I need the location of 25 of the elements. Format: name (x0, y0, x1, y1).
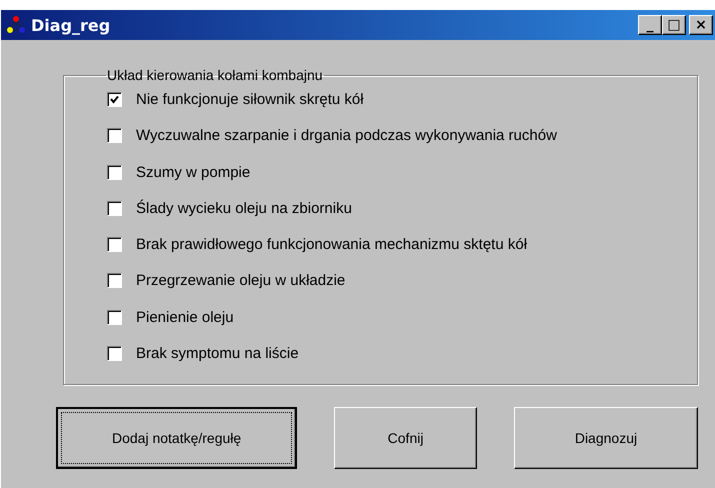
group-title: Układ kierowania kołami kombajnu (106, 67, 324, 83)
checkbox[interactable] (107, 128, 122, 144)
checkbox[interactable] (107, 273, 122, 288)
checkbox-label: Nie funkcjonuje siłownik skrętu kół (136, 91, 364, 108)
checkbox-label: Ślady wycieku oleju na zbiorniku (136, 200, 352, 217)
minimize-button[interactable]: _ (638, 15, 662, 35)
checkbox[interactable] (107, 92, 122, 107)
checkbox-label: Brak prawidłowego funkcjonowania mechanizmu sktętu kół (136, 236, 528, 254)
app-icon (7, 16, 25, 34)
checkbox[interactable] (107, 164, 122, 180)
window-title: Diag_reg (31, 16, 110, 34)
action-button[interactable]: Diagnozuj (514, 407, 698, 469)
checkbox-label: Pienienie oleju (136, 308, 234, 326)
checkbox[interactable] (107, 310, 122, 325)
maximize-button[interactable]: □ (662, 15, 686, 35)
checkbox-label: Wyczuwalne szarpanie i drgania podczas wykonywania ruchów (136, 127, 557, 144)
close-button[interactable]: × (689, 15, 713, 35)
action-button[interactable]: Cofnij (334, 407, 477, 469)
checkbox[interactable] (107, 200, 122, 216)
checkbox-label: Przegrzewanie oleju w układzie (136, 272, 346, 290)
checkbox-label: Brak symptomu na liście (136, 344, 299, 362)
checkbox[interactable] (107, 346, 122, 361)
checkbox-label: Szumy w pompie (136, 164, 250, 181)
checkbox[interactable] (107, 237, 122, 252)
action-button[interactable]: Dodaj notatkę/regułę (56, 407, 298, 469)
